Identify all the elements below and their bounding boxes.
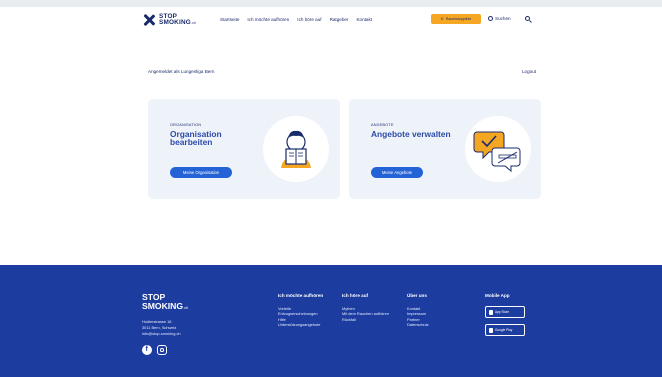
my-organisation-button[interactable]: Meine Organisation [170,167,232,178]
footer-address: Hodlerstrasse 16 3011 Bern, Schweiz info… [142,319,181,336]
footer-logo[interactable]: STOP SMOKING.ch [142,293,188,313]
language-label: Suchen [495,16,511,21]
search-icon[interactable] [525,16,532,23]
footer-logo-suffix: .ch [183,304,189,310]
organisation-card: ORGANISATION Organisation bearbeiten Mei… [148,99,340,199]
footer-col-heading: Über uns [407,293,427,298]
nav-item-ich-hoere-auf[interactable]: Ich höre auf [297,17,321,22]
facebook-icon[interactable]: f [142,345,152,355]
footer-col-heading: Ich höre auf [342,293,369,298]
footer-link[interactable]: Mit dem Rauchen aufhören [342,311,389,316]
card-title: Angebote verwalten [371,129,451,139]
footer-col-hoere-auf: Ich höre auf Mythen Mit dem Rauchen aufh… [342,293,389,322]
footer-link[interactable]: Datenschutz [407,322,429,327]
instagram-icon[interactable] [157,345,167,355]
card-eyebrow: ORGANISATION [170,123,202,127]
phone-icon: ✆ [440,17,444,21]
logged-in-text: Angemeldet als Lungenliga Bern [148,69,215,74]
browser-top-strip [0,0,662,7]
footer-col-heading: Ich möchte aufhören [278,293,324,298]
footer-col-mobile-app: Mobile App App Store Google Play [485,293,525,342]
organisation-illustration-icon [263,116,329,182]
footer-col-aufhoeren: Ich möchte aufhören Vorteile Entzugsersc… [278,293,323,327]
nav-item-ratgeber[interactable]: Ratgeber [330,17,349,22]
footer-link[interactable]: Impressum [407,311,429,316]
footer-col-ueber-uns: Über uns Kontakt Impressum Partner Daten… [407,293,429,327]
site-header: STOP SMOKING.ch Startseite Ich möchte au… [0,7,662,39]
email-link[interactable]: info@stop-smoking.ch [142,331,181,337]
apple-icon [489,309,493,315]
language-button[interactable]: Suchen [488,16,511,21]
footer-logo-line2: SMOKING [142,300,184,311]
logo-suffix: .ch [190,21,197,25]
globe-icon [488,16,493,21]
my-offers-button[interactable]: Meine Angebote [371,167,423,178]
logo-line2: SMOKING [159,19,191,26]
footer-link[interactable]: Rückfall [342,317,389,322]
main-nav: Startseite Ich möchte aufhören Ich höre … [220,17,372,22]
card-eyebrow: ANGEBOTE [371,123,394,127]
store-label: App Store [495,309,510,314]
address-line: 3011 Bern, Schweiz [142,324,177,330]
nav-item-kontakt[interactable]: Kontakt [356,17,372,22]
hotline-label: Rauchstopplinie [445,17,472,21]
logo-cross-icon [142,13,156,27]
site-footer: STOP SMOKING.ch Hodlerstrasse 16 3011 Be… [0,265,662,377]
footer-col-heading: Mobile App [485,293,510,298]
offers-card: ANGEBOTE Angebote verwalten Meine Angebo… [349,99,541,199]
play-icon [489,327,493,333]
offers-illustration-icon [465,116,531,182]
nav-item-startseite[interactable]: Startseite [220,17,239,22]
logo-text: STOP SMOKING.ch [159,13,197,27]
store-label: Google Play [495,327,513,332]
google-play-button[interactable]: Google Play [485,324,525,337]
footer-link[interactable]: Unterstützungsangebote [278,322,323,327]
nav-item-ich-moechte-aufhoeren[interactable]: Ich möchte aufhören [247,17,289,22]
card-title: Organisation bearbeiten [170,129,222,148]
logout-link[interactable]: Logout [522,69,536,74]
site-logo[interactable]: STOP SMOKING.ch [142,12,196,28]
footer-link[interactable]: Entzugserscheinungen [278,311,323,316]
hotline-button[interactable]: ✆ Rauchstopplinie [431,14,481,24]
app-store-button[interactable]: App Store [485,306,525,319]
social-links: f [142,345,167,355]
